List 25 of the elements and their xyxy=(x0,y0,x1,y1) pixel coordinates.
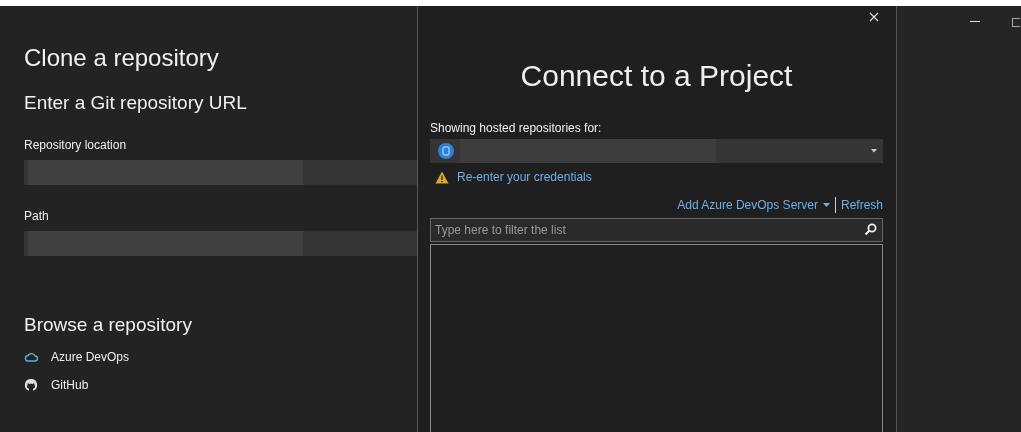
field-label: Repository location xyxy=(24,138,128,152)
field-label: Path xyxy=(24,209,50,223)
caret-icon xyxy=(822,203,830,207)
close-icon[interactable] xyxy=(869,12,879,22)
url-heading: Enter a Git repository URL xyxy=(24,92,248,114)
dialog-title: Connect to a Project xyxy=(519,59,794,93)
account-label: Showing hosted repositories for: xyxy=(430,121,603,135)
minimize-icon[interactable] xyxy=(970,21,980,23)
add-server-link[interactable]: Add Azure DevOps Server xyxy=(677,198,818,212)
filter-field[interactable]: Type here to filter the list xyxy=(430,218,883,242)
browse-heading: Browse a repository xyxy=(24,314,193,336)
github-icon xyxy=(24,378,38,392)
caret-icon xyxy=(871,149,877,153)
refresh-link[interactable]: Refresh xyxy=(840,198,883,212)
browse-link[interactable]: GitHub xyxy=(51,378,89,392)
maximize-icon[interactable] xyxy=(1012,18,1020,27)
credentials-link[interactable]: Re-enter your credentials xyxy=(457,170,592,184)
clone-title: Clone a repository xyxy=(24,44,220,72)
cloud-icon xyxy=(24,352,38,362)
search-icon xyxy=(864,223,877,236)
account-icon xyxy=(438,143,454,159)
input-field[interactable] xyxy=(24,231,417,256)
input-field[interactable] xyxy=(24,160,417,185)
warning-icon xyxy=(435,170,449,184)
browse-link[interactable]: Azure DevOps xyxy=(51,350,130,364)
